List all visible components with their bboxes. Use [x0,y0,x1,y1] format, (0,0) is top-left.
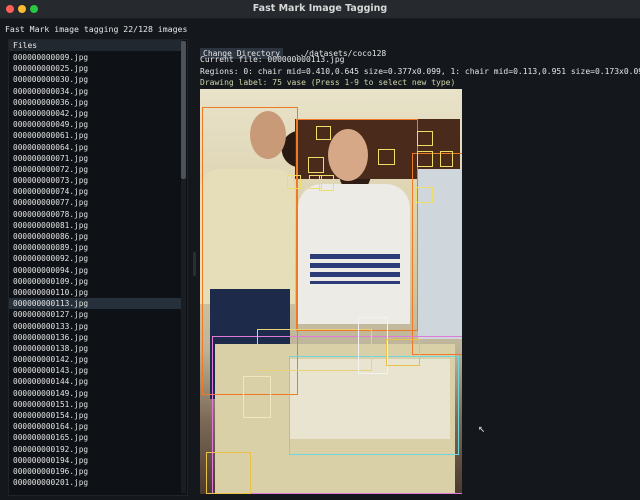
files-header-label: Files [13,41,38,50]
file-list-item[interactable]: 000000000086.jpg [9,231,181,242]
title-bar[interactable]: Fast Mark Image Tagging [0,0,640,19]
file-list: 000000000009.jpg 000000000025.jpg 00000000… [9,52,181,488]
file-list-item[interactable]: 000000000009.jpg [9,52,181,63]
file-list-item[interactable]: 000000000154.jpg [9,410,181,421]
file-list-item[interactable]: 000000000064.jpg [9,142,181,153]
file-list-item[interactable]: 000000000165.jpg [9,432,181,443]
files-panel: Files 000000000009.jpg 000000000025.jpg 00… [8,39,188,496]
bbox-region[interactable] [296,119,418,331]
file-list-item[interactable]: 000000000077.jpg [9,197,181,208]
file-list-item[interactable]: 000000000081.jpg [9,220,181,231]
drawing-label-text: Drawing label: 75 vase (Press 1-9 to sel… [200,78,456,87]
window-title: Fast Mark Image Tagging [252,3,388,14]
file-list-item[interactable]: 000000000201.jpg [9,477,181,488]
file-list-item[interactable]: 000000000094.jpg [9,265,181,276]
bbox-region[interactable] [412,153,462,355]
file-list-scrollbar[interactable] [181,41,186,493]
file-list-item[interactable]: 000000000149.jpg [9,388,181,399]
file-list-item[interactable]: 000000000127.jpg [9,309,181,320]
file-list-item[interactable]: 000000000109.jpg [9,276,181,287]
file-list-item[interactable]: 000000000042.jpg [9,108,181,119]
image-canvas[interactable] [200,89,462,494]
file-list-item[interactable]: 000000000073.jpg [9,175,181,186]
bbox-region[interactable] [440,151,453,167]
file-list-item[interactable]: 000000000092.jpg [9,253,181,264]
directory-row: Change Directory ../datasets/coco128 [200,41,386,59]
file-list-item[interactable]: 000000000194.jpg [9,455,181,466]
file-list-item[interactable]: 000000000192.jpg [9,444,181,455]
file-list-item[interactable]: 000000000151.jpg [9,399,181,410]
bbox-region[interactable] [316,126,331,140]
bbox-region[interactable] [386,339,420,366]
file-list-item[interactable]: 000000000142.jpg [9,354,181,365]
file-list-item[interactable]: 000000000034.jpg [9,86,181,97]
file-list-item[interactable]: 000000000144.jpg [9,376,181,387]
bbox-region[interactable] [287,175,301,189]
bbox-region[interactable] [319,175,334,191]
bbox-region[interactable] [417,131,433,146]
file-list-item[interactable]: 000000000113.jpg [9,298,181,310]
file-list-item[interactable]: 000000000071.jpg [9,153,181,164]
file-list-item[interactable]: 000000000089.jpg [9,242,181,253]
bbox-region[interactable] [243,376,271,418]
bbox-region[interactable] [417,151,433,167]
file-list-item[interactable]: 000000000143.jpg [9,365,181,376]
status-text: Fast Mark image tagging 22/128 images [5,24,188,34]
file-list-item[interactable]: 000000000074.jpg [9,186,181,197]
file-list-item[interactable]: 000000000133.jpg [9,321,181,332]
app-window: Fast Mark Image Tagging Fast Mark image … [0,0,640,500]
file-list-item[interactable]: 000000000078.jpg [9,209,181,220]
bbox-region[interactable] [308,157,324,173]
bbox-region[interactable] [378,149,395,165]
bbox-region[interactable] [206,452,251,494]
file-list-item[interactable]: 000000000036.jpg [9,97,181,108]
file-list-item[interactable]: 000000000196.jpg [9,466,181,477]
bbox-region[interactable] [416,187,433,203]
mouse-pointer-icon: ↖ [478,421,486,435]
bbox-region[interactable] [257,329,372,371]
file-list-item[interactable]: 000000000138.jpg [9,343,181,354]
files-header: Files [9,40,183,51]
file-list-item[interactable]: 000000000072.jpg [9,164,181,175]
bbox-region[interactable] [358,317,388,374]
file-list-scrollbar-thumb[interactable] [181,41,186,179]
regions-text: Regions: 0: chair mid=0.410,0.645 size=0… [200,67,640,76]
file-list-item[interactable]: 000000000025.jpg [9,63,181,74]
file-list-item[interactable]: 000000000164.jpg [9,421,181,432]
file-list-item[interactable]: 000000000061.jpg [9,130,181,141]
file-list-item[interactable]: 000000000136.jpg [9,332,181,343]
file-list-item[interactable]: 000000000110.jpg [9,287,181,298]
file-list-item[interactable]: 000000000030.jpg [9,74,181,85]
panel-splitter-handle[interactable] [193,252,196,276]
current-file-text: Current file: 000000000113.jpg [200,55,345,64]
file-list-item[interactable]: 000000000049.jpg [9,119,181,130]
